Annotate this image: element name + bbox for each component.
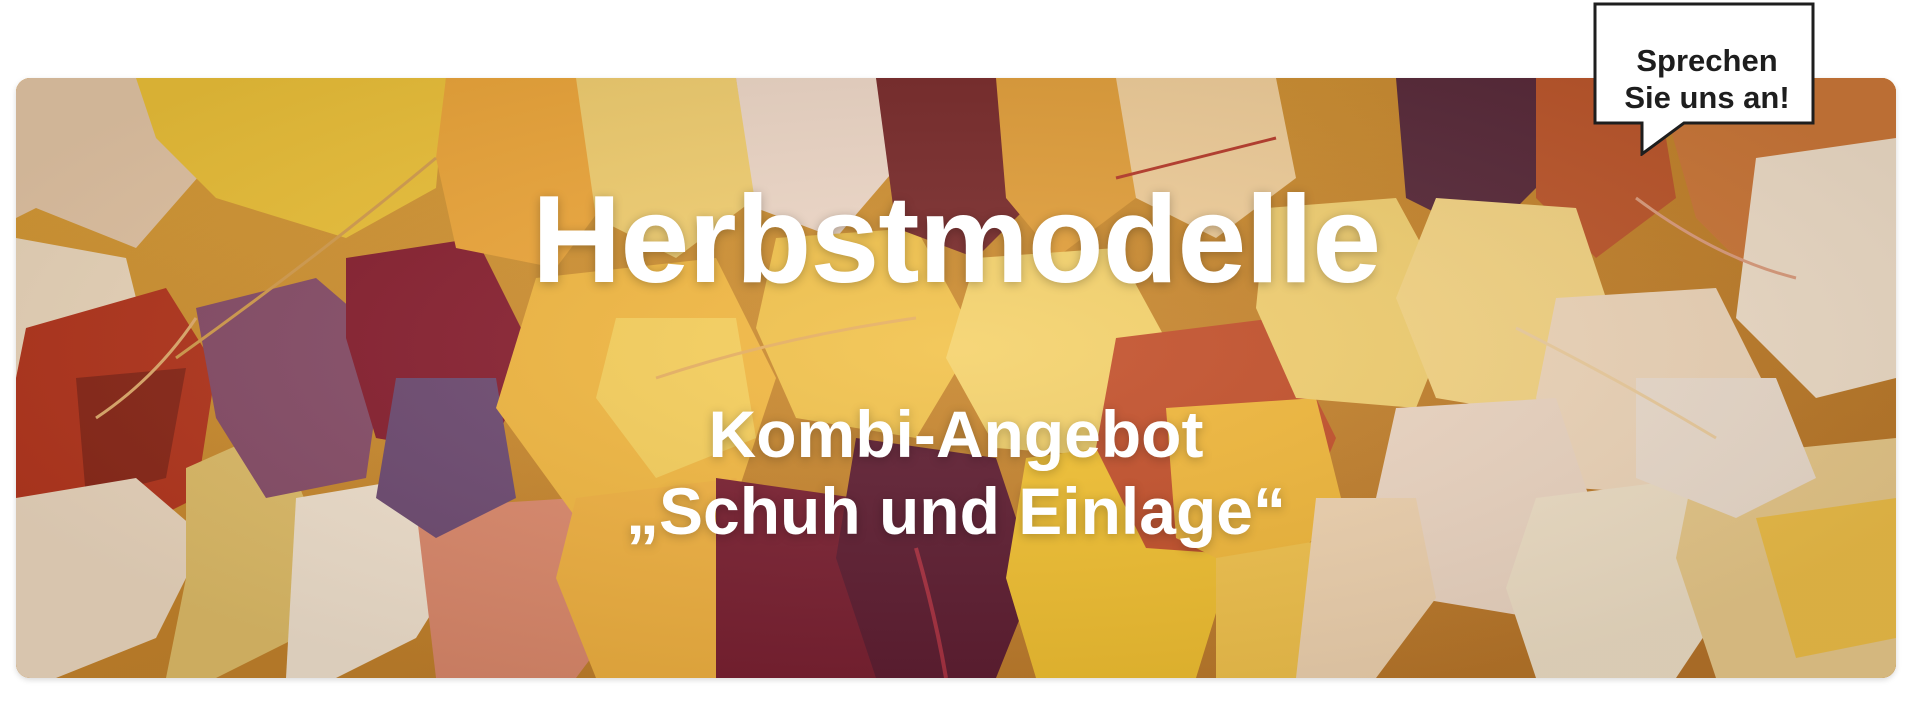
page: Herbstmodelle Kombi-Angebot „Schuh und E… bbox=[0, 0, 1920, 702]
image-overlay bbox=[16, 78, 1896, 678]
speech-bubble-line-2: Sie uns an! bbox=[1624, 80, 1790, 116]
subline-product: „Schuh und Einlage“ bbox=[625, 473, 1287, 548]
speech-bubble-text: Sprechen Sie uns an! bbox=[1596, 42, 1818, 116]
banner-subline: Kombi-Angebot „Schuh und Einlage“ bbox=[16, 396, 1896, 549]
promo-banner[interactable]: Herbstmodelle Kombi-Angebot „Schuh und E… bbox=[16, 78, 1896, 678]
banner-headline: Herbstmodelle bbox=[531, 171, 1381, 309]
subline-offer: Kombi-Angebot bbox=[708, 397, 1204, 471]
contact-speech-bubble[interactable]: Sprechen Sie uns an! bbox=[1593, 2, 1815, 156]
speech-bubble-line-1: Sprechen bbox=[1636, 43, 1778, 78]
